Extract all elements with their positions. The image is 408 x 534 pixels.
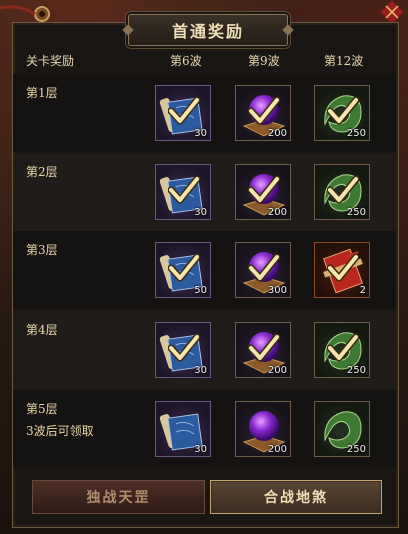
- reward-item-leaf[interactable]: 250: [314, 164, 370, 220]
- reward-quantity: 50: [194, 285, 207, 296]
- reward-quantity: 250: [346, 128, 366, 139]
- claimed-check-icon: [248, 96, 280, 125]
- reward-item-orb[interactable]: 200: [235, 164, 291, 220]
- floor-label: 第3层: [26, 243, 58, 257]
- reward-item-orb[interactable]: 200: [235, 85, 291, 141]
- floor-label: 第4层: [26, 323, 58, 337]
- header-wave6: 第6波: [170, 54, 202, 68]
- reward-quantity: 30: [194, 444, 207, 455]
- reward-item-leaf[interactable]: 250: [314, 85, 370, 141]
- column-header: 关卡奖励 第6波 第9波 第12波: [12, 47, 397, 73]
- reward-item-book[interactable]: 30: [155, 322, 211, 378]
- reward-quantity: 2: [359, 285, 366, 296]
- claimed-check-icon: [248, 175, 280, 204]
- reward-quantity: 30: [194, 128, 207, 139]
- reward-quantity: 250: [346, 207, 366, 218]
- reward-quantity: 250: [346, 444, 366, 455]
- reward-quantity: 200: [267, 444, 287, 455]
- reward-quantity: 30: [194, 207, 207, 218]
- claimed-check-icon: [168, 333, 200, 362]
- reward-item-book[interactable]: 30: [155, 164, 211, 220]
- header-label: 关卡奖励: [26, 54, 75, 68]
- reward-row: 第2层 30 200 250: [13, 153, 396, 231]
- solo-battle-button[interactable]: 独战天罡: [32, 480, 205, 514]
- reward-item-orb[interactable]: 200: [235, 401, 291, 457]
- reward-item-book[interactable]: 30: [155, 85, 211, 141]
- reward-quantity: 200: [267, 365, 287, 376]
- floor-label: 第5层: [26, 402, 58, 416]
- claimed-check-icon: [168, 175, 200, 204]
- reward-row: 第4层 30 200 250: [13, 311, 396, 389]
- header-wave12: 第12波: [324, 54, 364, 68]
- reward-item-orb[interactable]: 200: [235, 322, 291, 378]
- floor-label: 第2层: [26, 165, 58, 179]
- reward-quantity: 200: [267, 128, 287, 139]
- claimed-check-icon: [327, 96, 359, 125]
- claimed-check-icon: [327, 175, 359, 204]
- reward-row: 第5层 3波后可领取 30 200 250: [13, 390, 396, 468]
- claimed-check-icon: [248, 253, 280, 282]
- title-plaque: 首通奖励: [128, 14, 288, 46]
- reward-item-leaf[interactable]: 250: [314, 322, 370, 378]
- header-wave9: 第9波: [248, 54, 280, 68]
- reward-quantity: 250: [346, 365, 366, 376]
- claimed-check-icon: [327, 253, 359, 282]
- reward-item-orb[interactable]: 300: [235, 242, 291, 298]
- claimed-check-icon: [168, 96, 200, 125]
- unlock-hint: 3波后可领取: [26, 424, 94, 438]
- reward-quantity: 200: [267, 207, 287, 218]
- reward-row: 第3层 50 300 2: [13, 231, 396, 309]
- team-battle-button[interactable]: 合战地煞: [210, 480, 382, 514]
- reward-item-book[interactable]: 50: [155, 242, 211, 298]
- floor-label: 第1层: [26, 86, 58, 100]
- claimed-check-icon: [248, 333, 280, 362]
- reward-item-book[interactable]: 30: [155, 401, 211, 457]
- reward-quantity: 300: [267, 285, 287, 296]
- reward-quantity: 30: [194, 365, 207, 376]
- claimed-check-icon: [327, 333, 359, 362]
- reward-item-leaf[interactable]: 250: [314, 401, 370, 457]
- panel-title: 首通奖励: [171, 22, 244, 41]
- claimed-check-icon: [168, 253, 200, 282]
- reward-item-scroll[interactable]: 2: [314, 242, 370, 298]
- reward-row: 第1层 30 200 250: [13, 74, 396, 152]
